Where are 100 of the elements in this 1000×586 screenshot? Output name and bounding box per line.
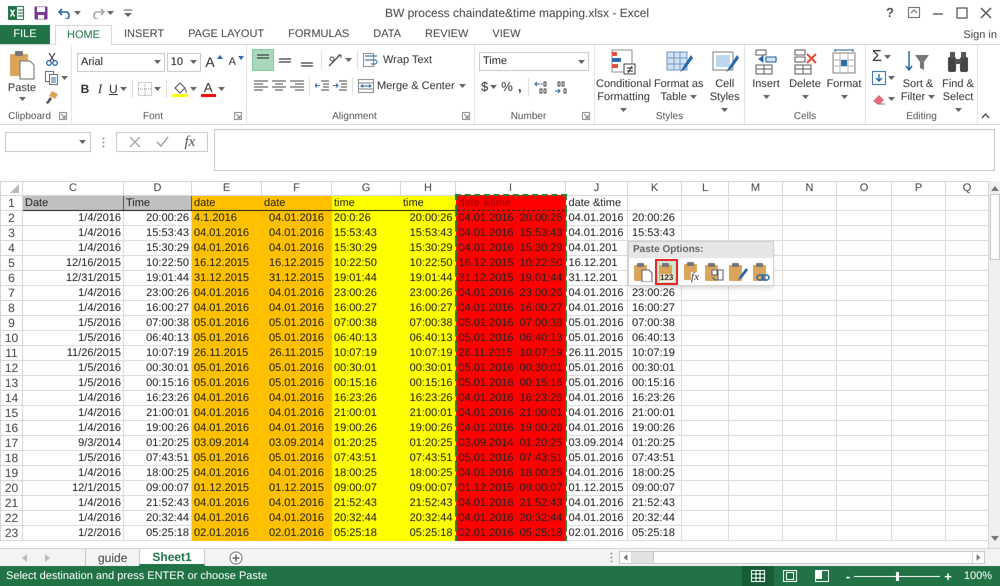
column-header[interactable]: P [892,182,946,195]
borders-button[interactable] [136,79,163,99]
scroll-down-icon[interactable] [990,536,998,542]
customize-toolbar-icon[interactable] [124,8,132,16]
styles-button[interactable]: Cell Styles [706,45,743,117]
column-header[interactable]: N [782,182,836,195]
row-number[interactable]: 20 [0,480,22,496]
row-number[interactable]: 6 [0,270,22,286]
dialog-launcher-icon[interactable] [582,112,590,120]
add-sheet-icon[interactable] [228,550,243,564]
scroll-up-icon[interactable] [990,185,998,191]
row-number[interactable]: 11 [0,346,22,360]
row-number[interactable]: 15 [0,406,22,420]
column-header[interactable]: M [728,182,782,195]
ribbon-tab[interactable]: HOME [55,25,112,45]
paste-option-button[interactable]: fx [678,259,701,285]
more-options-icon[interactable] [102,137,105,148]
sheet-tab[interactable]: Sheet1 [139,549,205,566]
row-number[interactable]: 9 [0,316,22,330]
dialog-launcher-icon[interactable] [462,112,470,120]
comma-button[interactable]: , [514,77,525,97]
paste-button[interactable]: Paste [5,50,39,105]
vertical-align-button[interactable] [252,49,274,71]
row-number[interactable]: 13 [0,376,22,390]
spreadsheet-icon[interactable] [8,4,24,20]
column-header[interactable]: F [262,182,332,195]
zoom-thumb[interactable] [896,572,899,580]
column-header[interactable]: E [192,182,262,195]
copy-button[interactable] [43,70,70,86]
row-number[interactable]: 23 [0,526,22,540]
column-header[interactable]: K [628,182,682,195]
dialog-launcher-icon[interactable] [59,112,67,120]
row-number[interactable]: 21 [0,496,22,510]
undo-icon[interactable] [58,6,72,18]
collapse-ribbon-icon[interactable] [981,113,990,119]
styles-button[interactable]: Conditional Formatting [596,45,652,117]
font-size-field[interactable]: 10 [166,52,202,72]
column-header[interactable]: G [332,182,400,195]
dialog-launcher-icon[interactable] [234,112,242,120]
row-number[interactable]: 17 [0,436,22,450]
ribbon-tab[interactable]: REVIEW [413,25,480,44]
italic-button[interactable]: I [93,79,107,99]
editing-button[interactable]: Find & Select [939,45,977,117]
help-button[interactable]: ? [884,2,896,22]
row-number[interactable]: 10 [0,330,22,346]
column-header[interactable]: L [682,182,728,195]
font-name-field[interactable]: Arial [77,52,165,72]
row-number[interactable]: 16 [0,420,22,436]
merge-center-button[interactable]: Merge & Center [356,76,468,96]
row-number[interactable]: 12 [0,360,22,376]
cells-button[interactable]: Format [825,45,863,99]
save-icon[interactable] [34,6,48,20]
number-format-field[interactable]: Time [479,52,589,71]
scrollbar-thumb[interactable] [990,194,1000,260]
sheet-tab[interactable]: guide [86,549,140,566]
zoom-slider[interactable] [854,572,940,580]
column-header[interactable]: D [124,182,192,195]
row-number[interactable]: 2 [0,210,22,226]
row-number[interactable]: 3 [0,226,22,240]
ribbon-display-icon[interactable] [908,7,920,18]
cells-button[interactable]: Insert [747,45,785,99]
paste-option-button[interactable]: 123 [655,259,678,285]
sign-in-link[interactable]: Sign in [963,27,997,44]
percent-button[interactable]: % [499,77,515,97]
row-number[interactable]: 14 [0,390,22,406]
font-color-button[interactable]: A [198,79,227,99]
scrollbar-thumb[interactable] [632,552,654,563]
row-number[interactable]: 22 [0,510,22,526]
grow-font-button[interactable]: A [203,52,225,72]
view-button[interactable] [742,566,774,586]
ribbon-tab[interactable]: DATA [361,25,413,44]
fill-button[interactable] [870,68,897,88]
row-number[interactable]: 18 [0,450,22,466]
zoom-level[interactable]: 100% [964,568,992,584]
ribbon-tab[interactable]: INSERT [112,25,176,44]
ribbon-tab[interactable]: VIEW [480,25,533,44]
row-number[interactable]: 19 [0,466,22,480]
zoom-in-button[interactable]: + [944,570,952,582]
close-icon[interactable] [980,6,992,18]
column-header[interactable]: J [566,182,628,195]
currency-button[interactable]: $ [479,77,500,97]
column-header[interactable]: O [836,182,892,195]
row-number[interactable]: 5 [0,256,22,270]
ribbon-tab[interactable]: PAGE LAYOUT [176,25,276,44]
zoom-out-button[interactable]: - [846,570,850,582]
ribbon-tab[interactable]: FORMULAS [276,25,362,44]
column-header[interactable]: C [22,182,124,195]
formula-input[interactable] [214,129,995,171]
underline-button[interactable]: U [107,79,129,99]
row-number[interactable]: 8 [0,300,22,316]
ribbon-tab[interactable]: FILE [0,25,50,44]
row-number[interactable]: 4 [0,240,22,256]
wrap-text-button[interactable]: Wrap Text [361,50,434,70]
more-options-icon[interactable] [610,552,613,563]
maximize-icon[interactable] [956,6,968,18]
insert-function-button[interactable]: fx [184,134,196,150]
shrink-font-button[interactable]: A [226,52,246,72]
bold-button[interactable]: B [77,79,93,99]
row-number[interactable]: 7 [0,286,22,300]
column-header[interactable]: H [400,182,456,195]
